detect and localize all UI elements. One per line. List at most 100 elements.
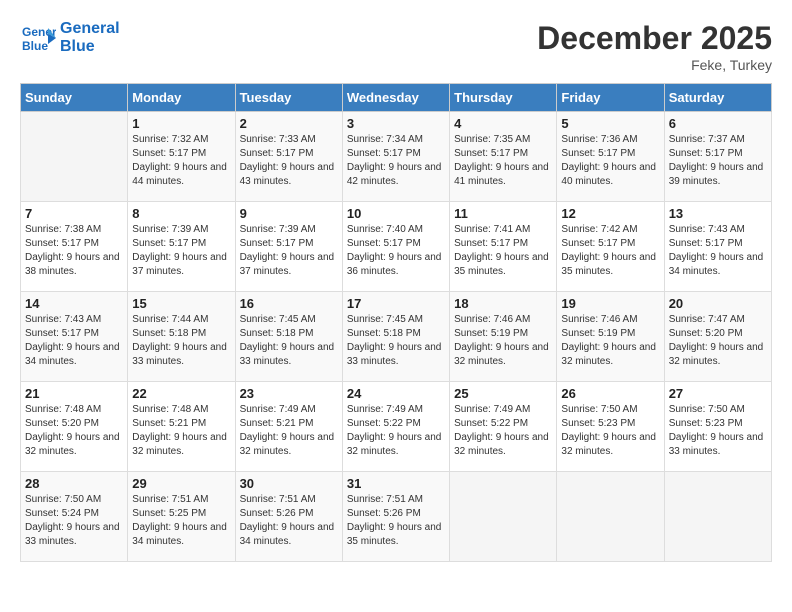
day-number: 22 xyxy=(132,386,230,401)
calendar-cell: 18Sunrise: 7:46 AMSunset: 5:19 PMDayligh… xyxy=(450,292,557,382)
calendar-cell: 23 Sunrise: 7:49 AMSunset: 5:21 PMDayligh… xyxy=(235,382,342,472)
day-number: 21 xyxy=(25,386,123,401)
day-info: Sunrise: 7:45 AMSunset: 5:18 PMDaylight:… xyxy=(347,313,445,369)
day-number: 2 xyxy=(240,116,338,131)
calendar-cell xyxy=(557,472,664,562)
weekday-header-wednesday: Wednesday xyxy=(342,84,449,112)
calendar-cell: 21 Sunrise: 7:48 AMSunset: 5:20 PMDayligh… xyxy=(21,382,128,472)
day-number: 5 xyxy=(561,116,659,131)
day-info: Sunrise: 7:41 AMSunset: 5:17 PMDaylight:… xyxy=(454,223,552,279)
day-info: Sunrise: 7:51 AMSunset: 5:25 PMDaylight:… xyxy=(132,493,230,549)
calendar-week-row: 21 Sunrise: 7:48 AMSunset: 5:20 PMDayligh… xyxy=(21,382,772,472)
day-info: Sunrise: 7:38 AMSunset: 5:17 PMDaylight:… xyxy=(25,223,123,279)
day-info: Sunrise: 7:43 AMSunset: 5:17 PMDaylight:… xyxy=(25,313,123,369)
calendar-cell: 31 Sunrise: 7:51 AMSunset: 5:26 PMDayligh… xyxy=(342,472,449,562)
weekday-header-tuesday: Tuesday xyxy=(235,84,342,112)
calendar-cell: 29Sunrise: 7:51 AMSunset: 5:25 PMDayligh… xyxy=(128,472,235,562)
calendar-week-row: 14 Sunrise: 7:43 AMSunset: 5:17 PMDayligh… xyxy=(21,292,772,382)
day-info: Sunrise: 7:49 AMSunset: 5:22 PMDaylight:… xyxy=(347,403,445,459)
day-number: 13 xyxy=(669,206,767,221)
day-number: 15 xyxy=(132,296,230,311)
day-info: Sunrise: 7:50 AMSunset: 5:23 PMDaylight:… xyxy=(561,403,659,459)
calendar-cell: 11 Sunrise: 7:41 AMSunset: 5:17 PMDayligh… xyxy=(450,202,557,292)
day-info: Sunrise: 7:46 AMSunset: 5:19 PMDaylight:… xyxy=(561,313,659,369)
calendar-cell: 10 Sunrise: 7:40 AMSunset: 5:17 PMDayligh… xyxy=(342,202,449,292)
weekday-header-row: SundayMondayTuesdayWednesdayThursdayFrid… xyxy=(21,84,772,112)
calendar-cell: 15 Sunrise: 7:44 AMSunset: 5:18 PMDayligh… xyxy=(128,292,235,382)
calendar-cell xyxy=(664,472,771,562)
calendar-cell: 27Sunrise: 7:50 AMSunset: 5:23 PMDayligh… xyxy=(664,382,771,472)
calendar-cell: 25Sunrise: 7:49 AMSunset: 5:22 PMDayligh… xyxy=(450,382,557,472)
calendar-cell: 8Sunrise: 7:39 AMSunset: 5:17 PMDaylight… xyxy=(128,202,235,292)
day-number: 17 xyxy=(347,296,445,311)
day-info: Sunrise: 7:50 AMSunset: 5:24 PMDaylight:… xyxy=(25,493,123,549)
day-info: Sunrise: 7:46 AMSunset: 5:19 PMDaylight:… xyxy=(454,313,552,369)
calendar-cell: 22Sunrise: 7:48 AMSunset: 5:21 PMDayligh… xyxy=(128,382,235,472)
day-number: 16 xyxy=(240,296,338,311)
day-number: 12 xyxy=(561,206,659,221)
day-info: Sunrise: 7:40 AMSunset: 5:17 PMDaylight:… xyxy=(347,223,445,279)
day-info: Sunrise: 7:35 AMSunset: 5:17 PMDaylight:… xyxy=(454,133,552,189)
day-info: Sunrise: 7:34 AMSunset: 5:17 PMDaylight:… xyxy=(347,133,445,189)
day-number: 7 xyxy=(25,206,123,221)
day-info: Sunrise: 7:49 AMSunset: 5:21 PMDaylight:… xyxy=(240,403,338,459)
calendar-table: SundayMondayTuesdayWednesdayThursdayFrid… xyxy=(20,83,772,562)
weekday-header-monday: Monday xyxy=(128,84,235,112)
logo-text: General Blue xyxy=(60,20,120,56)
title-area: December 2025 Feke, Turkey xyxy=(537,20,772,73)
day-info: Sunrise: 7:47 AMSunset: 5:20 PMDaylight:… xyxy=(669,313,767,369)
calendar-cell: 24 Sunrise: 7:49 AMSunset: 5:22 PMDayligh… xyxy=(342,382,449,472)
month-title: December 2025 xyxy=(537,20,772,57)
day-info: Sunrise: 7:42 AMSunset: 5:17 PMDaylight:… xyxy=(561,223,659,279)
calendar-cell: 5Sunrise: 7:36 AMSunset: 5:17 PMDaylight… xyxy=(557,112,664,202)
day-number: 10 xyxy=(347,206,445,221)
calendar-week-row: 1 Sunrise: 7:32 AMSunset: 5:17 PMDaylight… xyxy=(21,112,772,202)
day-number: 31 xyxy=(347,476,445,491)
day-number: 28 xyxy=(25,476,123,491)
day-number: 1 xyxy=(132,116,230,131)
logo-icon: General Blue xyxy=(20,20,56,56)
calendar-cell: 3 Sunrise: 7:34 AMSunset: 5:17 PMDaylight… xyxy=(342,112,449,202)
calendar-cell: 6Sunrise: 7:37 AMSunset: 5:17 PMDaylight… xyxy=(664,112,771,202)
day-number: 25 xyxy=(454,386,552,401)
calendar-cell: 14 Sunrise: 7:43 AMSunset: 5:17 PMDayligh… xyxy=(21,292,128,382)
day-info: Sunrise: 7:51 AMSunset: 5:26 PMDaylight:… xyxy=(347,493,445,549)
day-number: 3 xyxy=(347,116,445,131)
day-number: 6 xyxy=(669,116,767,131)
weekday-header-thursday: Thursday xyxy=(450,84,557,112)
day-info: Sunrise: 7:51 AMSunset: 5:26 PMDaylight:… xyxy=(240,493,338,549)
calendar-cell: 2Sunrise: 7:33 AMSunset: 5:17 PMDaylight… xyxy=(235,112,342,202)
weekday-header-sunday: Sunday xyxy=(21,84,128,112)
day-info: Sunrise: 7:45 AMSunset: 5:18 PMDaylight:… xyxy=(240,313,338,369)
day-number: 8 xyxy=(132,206,230,221)
calendar-cell: 12 Sunrise: 7:42 AMSunset: 5:17 PMDayligh… xyxy=(557,202,664,292)
calendar-cell: 19 Sunrise: 7:46 AMSunset: 5:19 PMDayligh… xyxy=(557,292,664,382)
day-info: Sunrise: 7:44 AMSunset: 5:18 PMDaylight:… xyxy=(132,313,230,369)
day-number: 24 xyxy=(347,386,445,401)
day-info: Sunrise: 7:39 AMSunset: 5:17 PMDaylight:… xyxy=(240,223,338,279)
calendar-cell: 1 Sunrise: 7:32 AMSunset: 5:17 PMDaylight… xyxy=(128,112,235,202)
calendar-cell: 17 Sunrise: 7:45 AMSunset: 5:18 PMDayligh… xyxy=(342,292,449,382)
calendar-cell: 7 Sunrise: 7:38 AMSunset: 5:17 PMDaylight… xyxy=(21,202,128,292)
day-number: 27 xyxy=(669,386,767,401)
day-number: 14 xyxy=(25,296,123,311)
day-info: Sunrise: 7:43 AMSunset: 5:17 PMDaylight:… xyxy=(669,223,767,279)
day-number: 30 xyxy=(240,476,338,491)
day-number: 11 xyxy=(454,206,552,221)
calendar-cell: 13 Sunrise: 7:43 AMSunset: 5:17 PMDayligh… xyxy=(664,202,771,292)
calendar-week-row: 7 Sunrise: 7:38 AMSunset: 5:17 PMDaylight… xyxy=(21,202,772,292)
calendar-cell: 28 Sunrise: 7:50 AMSunset: 5:24 PMDayligh… xyxy=(21,472,128,562)
weekday-header-friday: Friday xyxy=(557,84,664,112)
day-number: 20 xyxy=(669,296,767,311)
calendar-cell xyxy=(450,472,557,562)
day-number: 23 xyxy=(240,386,338,401)
day-number: 26 xyxy=(561,386,659,401)
location: Feke, Turkey xyxy=(537,57,772,73)
day-info: Sunrise: 7:48 AMSunset: 5:20 PMDaylight:… xyxy=(25,403,123,459)
calendar-cell: 9 Sunrise: 7:39 AMSunset: 5:17 PMDaylight… xyxy=(235,202,342,292)
day-info: Sunrise: 7:32 AMSunset: 5:17 PMDaylight:… xyxy=(132,133,230,189)
day-number: 19 xyxy=(561,296,659,311)
calendar-cell: 30 Sunrise: 7:51 AMSunset: 5:26 PMDayligh… xyxy=(235,472,342,562)
calendar-cell: 26 Sunrise: 7:50 AMSunset: 5:23 PMDayligh… xyxy=(557,382,664,472)
day-number: 9 xyxy=(240,206,338,221)
